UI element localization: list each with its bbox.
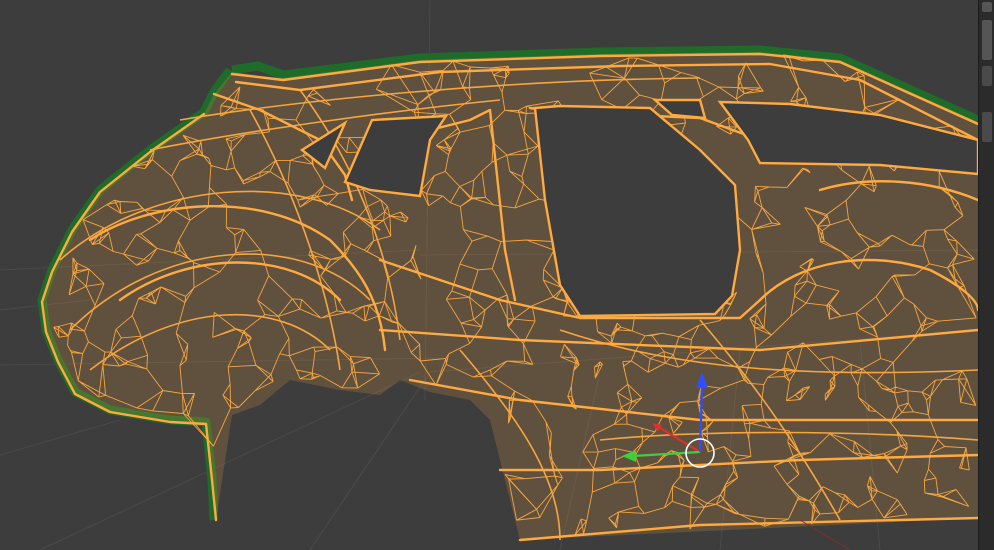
grid-line [0,419,121,456]
side-panel-strip[interactable] [978,0,994,550]
panel-tab-item[interactable] [982,66,992,86]
panel-tab-tools[interactable] [982,20,992,60]
grid-line [309,371,431,550]
panel-tab-top[interactable] [982,2,992,12]
panel-tab-view[interactable] [982,112,992,142]
viewport-scene [0,0,978,550]
3d-viewport[interactable] [0,0,978,550]
